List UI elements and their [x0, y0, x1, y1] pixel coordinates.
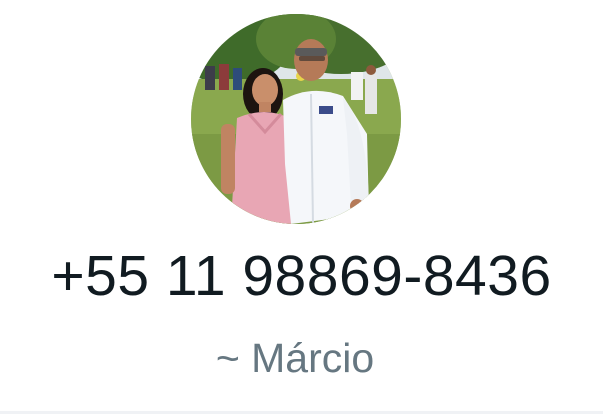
profile-avatar[interactable]: [191, 14, 401, 224]
contact-display-name: ~ Márcio: [215, 335, 375, 381]
profile-photo-icon: [191, 14, 401, 224]
contact-info-screen: +55 11 98869-8436 ~ Márcio: [0, 0, 603, 414]
phone-number: +55 11 98869-8436: [51, 244, 552, 308]
